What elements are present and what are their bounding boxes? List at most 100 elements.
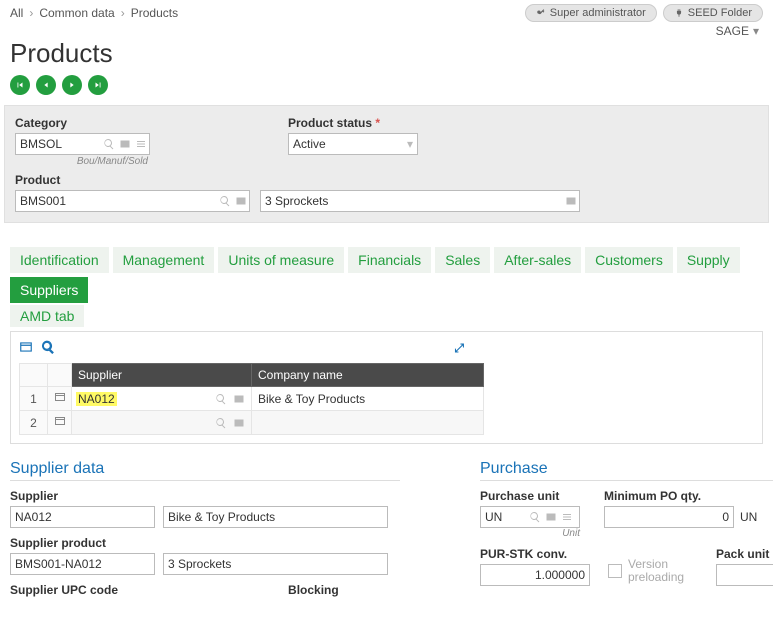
- supplier-data-title: Supplier data: [10, 460, 400, 481]
- company-cell-value: Bike & Toy Products: [252, 387, 484, 411]
- chevron-right-icon: ›: [121, 6, 125, 20]
- purchase-unit-hint: Unit: [480, 528, 580, 539]
- card-icon[interactable]: [543, 509, 559, 525]
- supplier-upc-label: Supplier UPC code: [10, 583, 118, 597]
- breadcrumb: All › Common data › Products: [10, 6, 178, 20]
- supplier-product-label: Supplier product: [10, 536, 400, 550]
- tab-financials[interactable]: Financials: [348, 247, 431, 273]
- status-label: Product status *: [288, 116, 418, 130]
- product-code-input[interactable]: BMS001: [15, 190, 250, 212]
- expand-icon[interactable]: ⤢: [454, 341, 464, 356]
- min-po-value: 0: [722, 510, 729, 524]
- category-label: Category: [15, 116, 150, 130]
- conv-value: 1.000000: [535, 568, 585, 582]
- product-desc-value: 3 Sprockets: [261, 191, 563, 211]
- seed-folder-button[interactable]: SEED Folder: [663, 4, 763, 22]
- table-row[interactable]: 1 NA012 Bike & Toy Products: [20, 387, 484, 411]
- pack-unit-input[interactable]: [716, 564, 773, 586]
- product-desc-input[interactable]: 3 Sprockets: [260, 190, 580, 212]
- supplier-name-input[interactable]: Bike & Toy Products: [163, 506, 388, 528]
- tab-management[interactable]: Management: [113, 247, 215, 273]
- category-value: BMSOL: [16, 134, 101, 154]
- supplier-product-desc-input[interactable]: 3 Sprockets: [163, 553, 388, 575]
- min-po-input[interactable]: 0: [604, 506, 734, 528]
- product-code-value: BMS001: [16, 191, 121, 211]
- col-supplier[interactable]: Supplier: [72, 364, 252, 387]
- tab-customers[interactable]: Customers: [585, 247, 673, 273]
- blocking-label: Blocking: [288, 583, 339, 597]
- supplier-label: Supplier: [10, 489, 400, 503]
- supplier-code-value: NA012: [15, 510, 52, 524]
- nav-next-button[interactable]: [62, 75, 82, 95]
- page-title: Products: [10, 38, 763, 69]
- breadcrumb-products[interactable]: Products: [131, 6, 178, 20]
- supplier-product-desc-value: 3 Sprockets: [168, 557, 231, 571]
- filter-panel: Category BMSOL Bou/Manuf/Sold Product st…: [4, 105, 769, 223]
- search-icon[interactable]: [213, 391, 229, 407]
- supplier-product-code-input[interactable]: BMS001-NA012: [10, 553, 155, 575]
- chevron-right-icon: ›: [29, 6, 33, 20]
- search-icon[interactable]: [217, 193, 233, 209]
- required-star-icon: *: [375, 116, 380, 130]
- category-hint: Bou/Manuf/Sold: [15, 156, 150, 167]
- row-card-icon[interactable]: [48, 387, 72, 411]
- preload-label: Version preloading: [628, 558, 698, 584]
- col-company[interactable]: Company name: [252, 364, 484, 387]
- row-number: 2: [20, 411, 48, 435]
- super-admin-label: Super administrator: [550, 7, 646, 19]
- table-row[interactable]: 2: [20, 411, 484, 435]
- breadcrumb-common-data[interactable]: Common data: [39, 6, 114, 20]
- supplier-name-value: Bike & Toy Products: [168, 510, 275, 524]
- purchase-unit-value: UN: [485, 510, 502, 524]
- search-icon[interactable]: [41, 340, 55, 357]
- conv-label: PUR-STK conv.: [480, 547, 590, 561]
- search-icon[interactable]: [213, 415, 229, 431]
- super-admin-button[interactable]: Super administrator: [525, 4, 657, 22]
- tab-after-sales[interactable]: After-sales: [494, 247, 581, 273]
- plug-icon: [674, 8, 684, 18]
- nav-prev-button[interactable]: [36, 75, 56, 95]
- row-number: 1: [20, 387, 48, 411]
- tab-identification[interactable]: Identification: [10, 247, 109, 273]
- list-icon[interactable]: [133, 136, 149, 152]
- tab-bar: Identification Management Units of measu…: [0, 223, 773, 303]
- chevron-down-icon: ▾: [407, 137, 413, 151]
- chevron-down-icon[interactable]: ▾: [753, 24, 759, 38]
- card-icon[interactable]: [231, 391, 247, 407]
- card-icon[interactable]: [563, 193, 579, 209]
- purchase-unit-label: Purchase unit: [480, 489, 580, 503]
- status-value: Active: [293, 137, 326, 151]
- card-icon[interactable]: [117, 136, 133, 152]
- sage-brand[interactable]: SAGE: [716, 24, 749, 38]
- preload-checkbox[interactable]: [608, 564, 622, 578]
- status-dropdown[interactable]: Active ▾: [288, 133, 418, 155]
- seed-folder-label: SEED Folder: [688, 7, 752, 19]
- grid-card-icon[interactable]: [19, 340, 33, 357]
- sub-tab-amd[interactable]: AMD tab: [10, 305, 84, 327]
- min-po-label: Minimum PO qty.: [604, 489, 757, 503]
- tab-supply[interactable]: Supply: [677, 247, 740, 273]
- key-icon: [536, 8, 546, 18]
- nav-last-button[interactable]: [88, 75, 108, 95]
- purchase-unit-input[interactable]: UN: [480, 506, 580, 528]
- tab-sales[interactable]: Sales: [435, 247, 490, 273]
- product-label: Product: [15, 173, 758, 187]
- tab-units[interactable]: Units of measure: [218, 247, 344, 273]
- breadcrumb-root[interactable]: All: [10, 6, 23, 20]
- conv-input[interactable]: 1.000000: [480, 564, 590, 586]
- purchase-title: Purchase: [480, 460, 773, 481]
- category-input[interactable]: BMSOL: [15, 133, 150, 155]
- list-icon[interactable]: [559, 509, 575, 525]
- nav-first-button[interactable]: [10, 75, 30, 95]
- card-icon[interactable]: [233, 193, 249, 209]
- min-po-unit: UN: [740, 510, 757, 524]
- search-icon[interactable]: [527, 509, 543, 525]
- supplier-grid-panel: ⤢ Supplier Company name 1 NA012 Bike & T…: [10, 331, 763, 444]
- card-icon[interactable]: [231, 415, 247, 431]
- supplier-grid: Supplier Company name 1 NA012 Bike & Toy…: [19, 363, 484, 435]
- supplier-code-input[interactable]: NA012: [10, 506, 155, 528]
- search-icon[interactable]: [101, 136, 117, 152]
- supplier-product-code-value: BMS001-NA012: [15, 557, 102, 571]
- tab-suppliers[interactable]: Suppliers: [10, 277, 88, 303]
- row-card-icon[interactable]: [48, 411, 72, 435]
